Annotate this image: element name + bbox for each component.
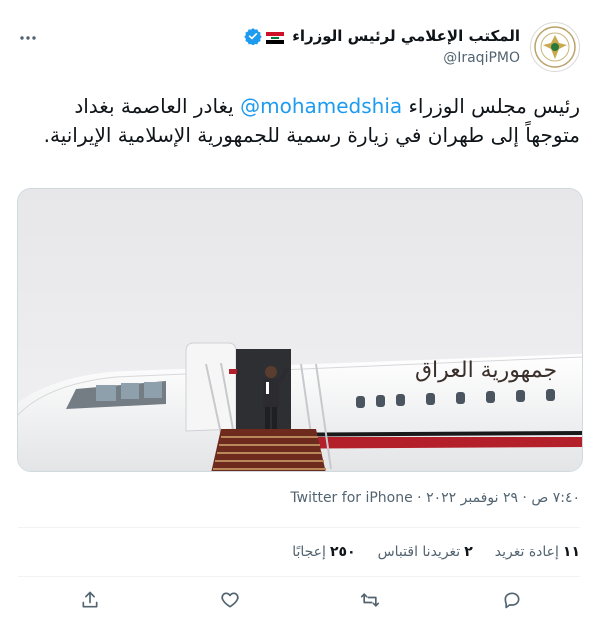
display-name[interactable]: المكتب الإعلامي لرئيس الوزراء: [292, 27, 520, 45]
quotes-count: ٢: [464, 544, 473, 560]
account-handle[interactable]: @IraqiPMO: [244, 50, 520, 66]
fuselage-text: جمهورية العراق: [415, 358, 557, 383]
tweet: المكتب الإعلامي لرئيس الوزراء @IraqiPMO …: [0, 0, 598, 624]
timestamp-source[interactable]: ٧:٤٠ ص · ٢٩ نوفمبر ٢٠٢٢ · Twitter for iP…: [290, 490, 580, 506]
heart-icon[interactable]: [218, 588, 242, 612]
iraq-flag-icon: [266, 30, 285, 44]
tweet-header: المكتب الإعلامي لرئيس الوزراء @IraqiPMO: [18, 22, 580, 74]
retweet-icon[interactable]: [358, 588, 382, 612]
quotes-label: تغريدنا اقتباس: [377, 544, 461, 560]
likes-label: إعجابًا: [292, 544, 326, 560]
account-names: المكتب الإعلامي لرئيس الوزراء @IraqiPMO: [244, 25, 520, 66]
share-icon[interactable]: [78, 588, 102, 612]
divider-bottom: [18, 576, 580, 577]
quotes-stat[interactable]: ٢تغريدنا اقتباس: [378, 544, 473, 560]
retweets-count: ١١: [562, 544, 580, 560]
mention-link[interactable]: @mohamedshia: [240, 94, 402, 118]
tweet-meta: ٧:٤٠ ص · ٢٩ نوفمبر ٢٠٢٢ · Twitter for iP…: [18, 490, 580, 506]
avatar[interactable]: [530, 22, 580, 72]
display-name-row[interactable]: المكتب الإعلامي لرئيس الوزراء: [244, 25, 520, 47]
likes-count: ٢٥٠: [329, 544, 356, 560]
retweets-stat[interactable]: ١١إعادة تغريد: [495, 544, 580, 560]
more-options-icon[interactable]: [18, 28, 38, 53]
emblem-icon: [534, 26, 576, 68]
divider-top: [18, 527, 580, 528]
tweet-stats: ١١إعادة تغريد ٢تغريدنا اقتباس ٢٥٠إعجابًا: [18, 544, 580, 560]
verified-badge-icon: [244, 27, 262, 46]
tweet-media-image[interactable]: جمهورية العراق: [17, 188, 583, 472]
tweet-text: رئيس مجلس الوزراء @mohamedshia يغادر الع…: [18, 92, 580, 150]
tweet-actions: [18, 582, 580, 618]
likes-stat[interactable]: ٢٥٠إعجابًا: [292, 544, 355, 560]
tweet-text-part1: رئيس مجلس الوزراء: [402, 94, 581, 118]
reply-icon[interactable]: [500, 588, 524, 612]
retweets-label: إعادة تغريد: [494, 544, 559, 560]
